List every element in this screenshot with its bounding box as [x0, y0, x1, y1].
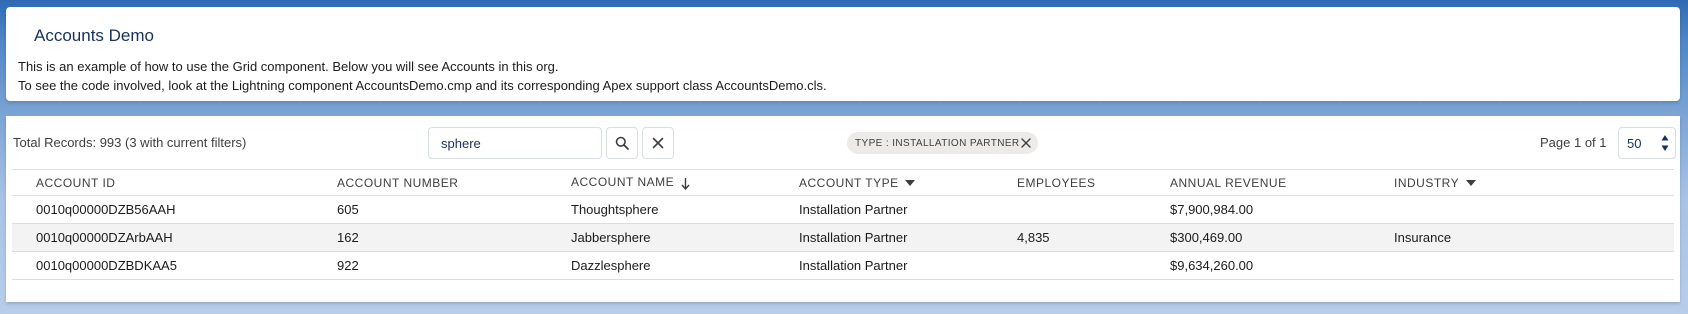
- cell-account-name: Thoughtsphere: [547, 195, 775, 224]
- cell-account-name: Jabbersphere: [547, 223, 775, 252]
- cell-account-name: Dazzlesphere: [547, 251, 775, 280]
- column-header-account-type[interactable]: ACCOUNT TYPE: [775, 169, 993, 196]
- page-size-value: 50: [1627, 135, 1642, 151]
- caret-down-icon[interactable]: [905, 179, 916, 187]
- description-line-2: To see the code involved, look at the Li…: [18, 78, 827, 93]
- cell-account-type: Installation Partner: [775, 195, 993, 224]
- filter-pill-label: TYPE : INSTALLATION PARTNER: [855, 137, 1020, 149]
- caret-down-icon[interactable]: [1465, 179, 1476, 187]
- cell-employees: 4,835: [993, 223, 1146, 252]
- close-icon: [652, 137, 664, 149]
- column-header-industry[interactable]: INDUSTRY: [1370, 169, 1674, 196]
- cell-annual-revenue: $9,634,260.00: [1146, 251, 1370, 280]
- table-row[interactable]: 0010q00000DZBDKAA5 922 Dazzlesphere Inst…: [12, 251, 1674, 280]
- stepper-arrows-icon[interactable]: [1661, 134, 1669, 152]
- cell-account-id: 0010q00000DZB56AAH: [12, 195, 313, 224]
- accounts-table: ACCOUNT ID ACCOUNT NUMBER ACCOUNT NAME A…: [12, 169, 1674, 280]
- cell-industry: [1370, 251, 1674, 280]
- column-header-account-number[interactable]: ACCOUNT NUMBER: [313, 169, 547, 196]
- search-input[interactable]: [428, 127, 602, 159]
- table-header-row: ACCOUNT ID ACCOUNT NUMBER ACCOUNT NAME A…: [12, 169, 1674, 196]
- cell-employees: [993, 251, 1146, 280]
- grid-card: Total Records: 993 (3 with current filte…: [6, 116, 1680, 302]
- cell-industry: [1370, 195, 1674, 224]
- remove-filter-icon[interactable]: [1020, 137, 1032, 149]
- cell-employees: [993, 195, 1146, 224]
- cell-annual-revenue: $300,469.00: [1146, 223, 1370, 252]
- page-title: Accounts Demo: [34, 26, 154, 45]
- column-header-account-name[interactable]: ACCOUNT NAME: [547, 169, 775, 196]
- column-header-annual-revenue[interactable]: ANNUAL REVENUE: [1146, 169, 1370, 196]
- cell-account-id: 0010q00000DZBDKAA5: [12, 251, 313, 280]
- table-row[interactable]: 0010q00000DZArbAAH 162 Jabbersphere Inst…: [12, 223, 1674, 252]
- cell-account-number: 162: [313, 223, 547, 252]
- sort-desc-arrow-icon: [681, 177, 690, 190]
- description-line-1: This is an example of how to use the Gri…: [18, 59, 559, 74]
- page-size-stepper[interactable]: 50: [1618, 127, 1676, 159]
- cell-account-number: 605: [313, 195, 547, 224]
- cell-account-type: Installation Partner: [775, 223, 993, 252]
- column-header-account-id[interactable]: ACCOUNT ID: [12, 169, 313, 196]
- filter-pill-type[interactable]: TYPE : INSTALLATION PARTNER: [847, 132, 1038, 154]
- search-button[interactable]: [606, 127, 638, 159]
- column-header-employees[interactable]: EMPLOYEES: [993, 169, 1146, 196]
- cell-industry: Insurance: [1370, 223, 1674, 252]
- cell-account-id: 0010q00000DZArbAAH: [12, 223, 313, 252]
- cell-account-number: 922: [313, 251, 547, 280]
- header-card: Accounts Demo This is an example of how …: [6, 7, 1680, 101]
- total-records-label: Total Records: 993 (3 with current filte…: [13, 135, 247, 150]
- page-info: Page 1 of 1: [1540, 135, 1607, 150]
- table-row[interactable]: 0010q00000DZB56AAH 605 Thoughtsphere Ins…: [12, 195, 1674, 224]
- clear-search-button[interactable]: [642, 127, 674, 159]
- search-icon: [615, 136, 629, 150]
- cell-account-type: Installation Partner: [775, 251, 993, 280]
- cell-annual-revenue: $7,900,984.00: [1146, 195, 1370, 224]
